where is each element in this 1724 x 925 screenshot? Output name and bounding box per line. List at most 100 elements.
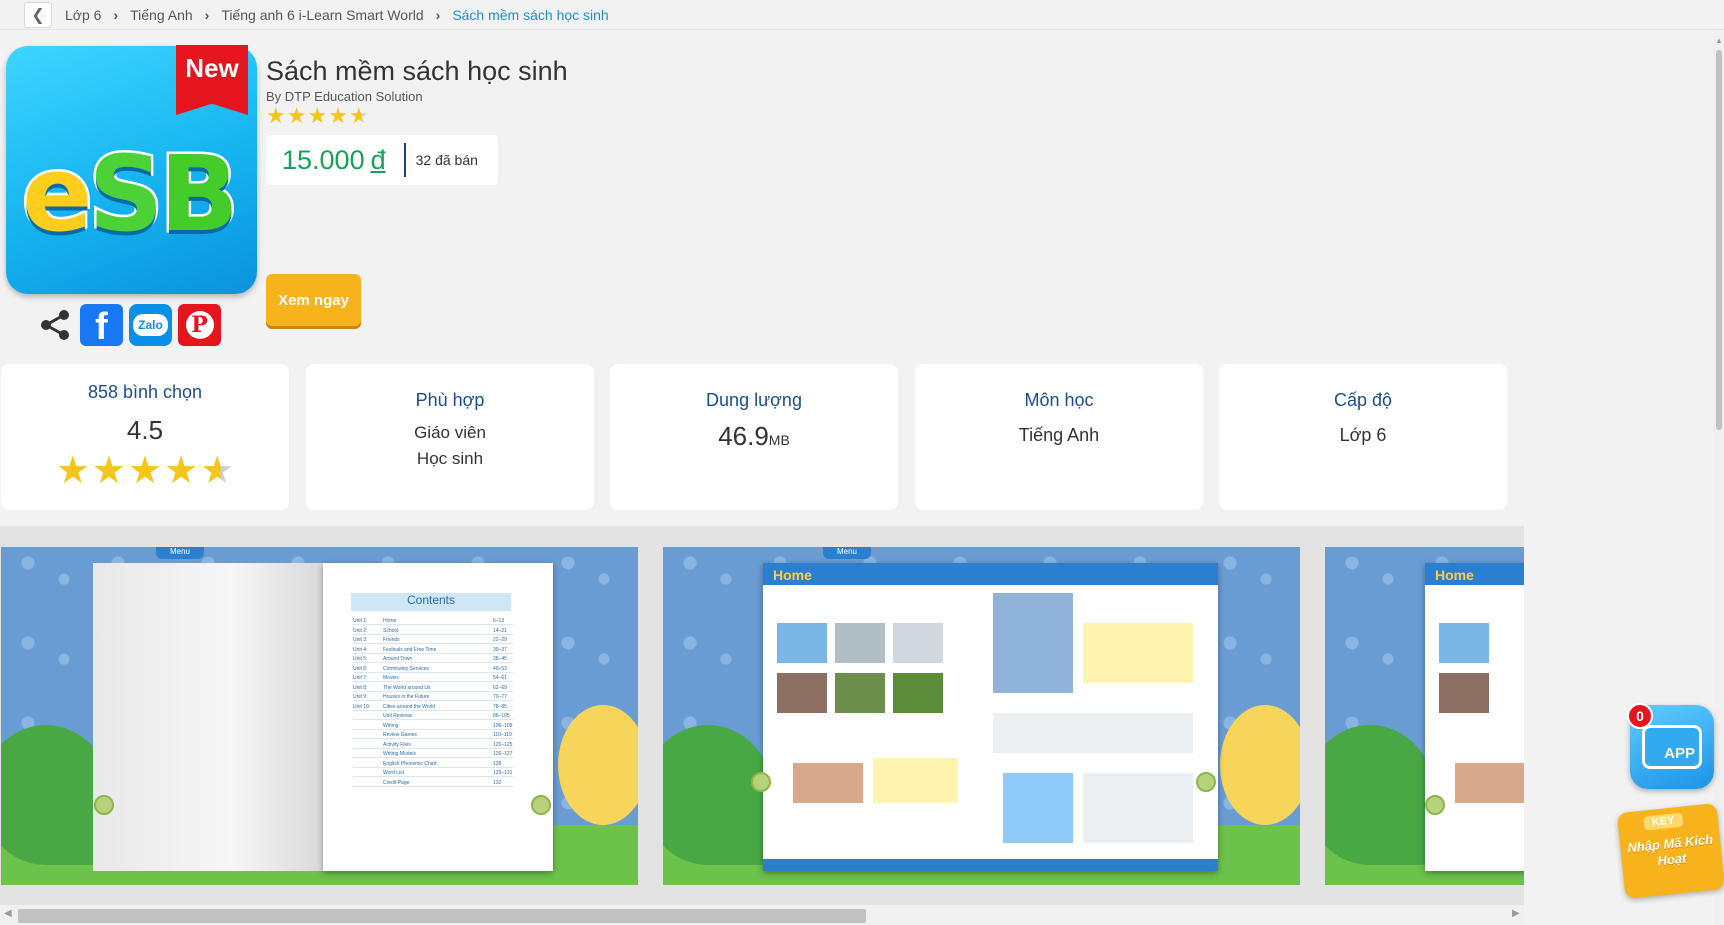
horizontal-scroll-thumb[interactable] xyxy=(18,909,866,923)
facebook-icon[interactable]: f xyxy=(80,304,123,346)
scroll-left-icon[interactable]: ◀ xyxy=(4,908,12,919)
toc-entry: Unit 6: Community Services 46–53 xyxy=(353,665,513,673)
stat-card-votes: 858 bình chọn 4.5 ★ ★ ★ ★ ★ xyxy=(1,364,289,510)
prev-page-icon[interactable] xyxy=(94,795,114,815)
next-page-icon[interactable] xyxy=(1196,772,1216,792)
toc-entry: English Phonemic Chart 128 xyxy=(353,760,513,768)
half-star-icon: ★ xyxy=(348,103,369,128)
toc-entry: Unit 10: Cities around the World 78–85 xyxy=(353,703,513,711)
sold-count: 32 đã bán xyxy=(415,152,478,168)
size-value: 46.9MB xyxy=(610,421,898,452)
breadcrumb-item-current: Sách mềm sách học sinh xyxy=(452,7,609,23)
breadcrumb-item-subject[interactable]: Tiếng Anh xyxy=(130,7,193,23)
toc-entry: Word List 129–131 xyxy=(353,769,513,777)
preview-thumbnail-contents[interactable]: Menu Contents Unit 1: Home 6–13 Unit 2: Scho… xyxy=(1,547,638,885)
toc-pages: 6–13 xyxy=(493,618,505,624)
share-icon[interactable] xyxy=(36,306,74,344)
breadcrumb: ❮ Lớp 6 › Tiếng Anh › Tiếng anh 6 i-Lear… xyxy=(0,0,1724,30)
key-icon: KEY xyxy=(1643,812,1684,831)
size-unit: MB xyxy=(768,432,790,448)
toc-entry: Unit 9: Houses in the Future 70–77 xyxy=(353,693,513,701)
toc-title: Activity Files xyxy=(383,741,411,748)
unit-page-title: Home xyxy=(1435,567,1474,583)
preview-thumbnail-unit-1-partial[interactable]: Home xyxy=(1325,547,1524,885)
scroll-up-icon[interactable]: ▲ xyxy=(1715,36,1723,45)
chevron-right-icon: › xyxy=(113,7,119,23)
logo-letter-e: e xyxy=(20,133,95,255)
view-now-button[interactable]: Xem ngay xyxy=(266,274,361,326)
page: ❮ Lớp 6 › Tiếng Anh › Tiếng anh 6 i-Lear… xyxy=(0,0,1724,925)
star-icon: ★ xyxy=(164,450,199,492)
size-title: Dung lượng xyxy=(706,390,802,410)
unit-page-title: Home xyxy=(773,567,812,583)
toc-unit: Unit 1: xyxy=(353,618,368,624)
star-icon: ★ xyxy=(55,450,90,492)
toc-title: Home xyxy=(383,618,397,624)
toc-entry: Activity Files 120–125 xyxy=(353,741,513,749)
preview-thumbnail-unit-1[interactable]: Menu Home xyxy=(663,547,1300,885)
toc-title: Around Town xyxy=(383,656,413,662)
contents-heading: Contents xyxy=(351,593,511,611)
zalo-icon[interactable]: Zalo xyxy=(129,304,172,346)
toc-title: Writing xyxy=(383,722,399,729)
next-page-icon[interactable] xyxy=(531,795,551,815)
breadcrumb-item-grade[interactable]: Lớp 6 xyxy=(65,7,101,23)
toc-unit: Unit 2: xyxy=(353,627,368,634)
toc-entry: Unit 3: Friends 22–29 xyxy=(353,636,513,644)
toc-pages: 22–29 xyxy=(493,637,507,643)
toc-title: Movies xyxy=(383,675,399,681)
toc-title: School xyxy=(383,627,399,634)
toc-entry: Credit Page 132 xyxy=(353,779,513,787)
star-icon: ★ xyxy=(91,450,126,492)
vertical-scroll-thumb[interactable] xyxy=(1716,50,1722,430)
half-star-icon: ★ xyxy=(200,450,235,492)
back-button[interactable]: ❮ xyxy=(24,2,52,28)
toc-title: Credit Page xyxy=(383,779,410,786)
logo-letter-b: B xyxy=(157,133,241,255)
toc-unit: Unit 3: xyxy=(353,637,368,643)
audience-teacher: Giáo viên xyxy=(414,423,486,442)
breadcrumb-item-series[interactable]: Tiếng anh 6 i-Learn Smart World xyxy=(221,7,423,23)
rating-stars: ★ ★ ★ ★ ★ xyxy=(266,105,369,127)
horizontal-scrollbar[interactable]: ◀ ▶ xyxy=(0,905,1524,925)
stat-card-subject: Môn học Tiếng Anh xyxy=(915,364,1203,510)
toc-pages: 62–69 xyxy=(493,684,507,691)
book-page-left xyxy=(93,563,323,871)
subject-value: Tiếng Anh xyxy=(1018,425,1100,445)
prev-page-icon[interactable] xyxy=(751,772,771,792)
toc-title: Friends xyxy=(383,637,400,643)
price-value: 15.000 xyxy=(282,144,365,175)
star-icon: ★ xyxy=(266,103,286,128)
toc-title: Word List xyxy=(383,770,405,776)
app-label: APP xyxy=(1664,745,1695,762)
app-window-icon: APP xyxy=(1642,725,1702,769)
level-value: Lớp 6 xyxy=(1339,425,1387,445)
chevron-right-icon: › xyxy=(204,7,210,23)
size-number: 46.9 xyxy=(718,421,769,451)
toc-entry: Writing 106–109 xyxy=(353,722,513,730)
scroll-right-icon[interactable]: ▶ xyxy=(1512,908,1520,919)
pinterest-icon[interactable]: P xyxy=(178,304,221,346)
chevron-right-icon: › xyxy=(435,7,441,23)
votes-average: 4.5 xyxy=(126,415,164,445)
stat-card-size: Dung lượng 46.9MB xyxy=(610,364,898,510)
esb-logo-text: eSB xyxy=(20,140,242,249)
prev-page-icon[interactable] xyxy=(1425,795,1445,815)
audience-title: Phù hợp xyxy=(415,390,485,410)
toc-unit: Unit 5: xyxy=(353,656,368,662)
activation-key-button[interactable]: KEY Nhập Mã Kích Hoạt xyxy=(1616,803,1724,899)
toc-title: Cities around the World xyxy=(383,703,436,710)
menu-tab: Menu xyxy=(823,547,871,559)
toc-title: English Phonemic Chart xyxy=(383,760,437,767)
toc-entry: Unit 4: Festivals and Free Time 30–37 xyxy=(353,646,513,654)
star-icon: ★ xyxy=(328,103,348,128)
menu-tab: Menu xyxy=(156,547,204,559)
price-box: 15.000 đ 32 đã bán xyxy=(266,135,498,185)
activation-key-label: Nhập Mã Kích Hoạt xyxy=(1626,831,1714,869)
toc-pages: 126–127 xyxy=(493,751,513,757)
notification-badge: 0 xyxy=(1627,703,1653,729)
vertical-scrollbar[interactable]: ▲ xyxy=(1714,30,1724,925)
price-divider xyxy=(403,143,406,177)
book-page-right: Contents Unit 1: Home 6–13 Unit 2: School 14–… xyxy=(323,563,553,871)
toc-unit: Unit 7: xyxy=(353,675,368,681)
